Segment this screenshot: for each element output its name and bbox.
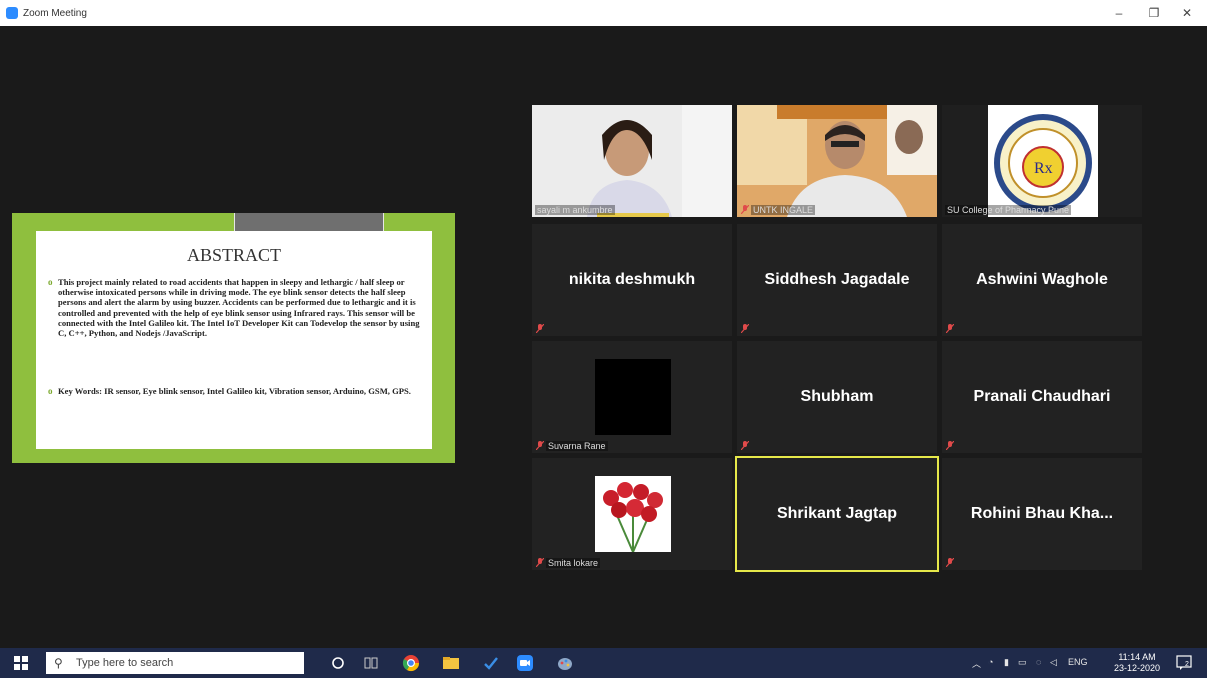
participant-tile-active-speaker[interactable]: Shrikant Jagtap xyxy=(735,456,939,572)
participant-tile[interactable]: Ashwini Waghole xyxy=(942,224,1142,336)
file-explorer-icon[interactable] xyxy=(442,654,460,672)
profile-picture-black xyxy=(595,359,671,435)
participant-name: Shubham xyxy=(800,388,874,405)
tray-chevron-icon[interactable]: ︿ xyxy=(972,657,981,670)
svg-text:Rx: Rx xyxy=(1034,160,1053,177)
muted-mic-svg xyxy=(536,324,544,333)
muted-mic-svg xyxy=(946,558,954,567)
search-placeholder: Type here to search xyxy=(76,657,174,669)
slide-decor-tab xyxy=(234,213,384,232)
restore-button[interactable]: ❐ xyxy=(1143,3,1165,23)
window-title: Zoom Meeting xyxy=(23,8,87,19)
notification-center-button[interactable]: 2 xyxy=(1176,655,1194,671)
windows-taskbar: ⚲ Type here to search ︿ ◔ ▮ ▭ ◌ ◁ ENG 11… xyxy=(0,648,1207,678)
todo-icon[interactable] xyxy=(482,654,500,672)
shared-screen-slide: ABSTRACT o This project mainly related t… xyxy=(12,213,455,463)
taskbar-search-box[interactable]: ⚲ Type here to search xyxy=(46,652,304,674)
taskbar-clock[interactable]: 11:14 AM 23-12-2020 xyxy=(1112,652,1162,674)
muted-mic-svg xyxy=(536,441,544,450)
cortana-icon[interactable] xyxy=(329,654,347,672)
muted-mic-icon xyxy=(741,324,749,333)
muted-mic-icon xyxy=(536,324,544,333)
participant-name: nikita deshmukh xyxy=(568,271,696,288)
participant-video-frame xyxy=(532,105,732,217)
close-button[interactable]: ✕ xyxy=(1176,3,1198,23)
participant-name-label: SU College of Pharmacy Pune xyxy=(945,205,1072,215)
bullet-icon: o xyxy=(48,386,53,396)
participant-name-label: Suvarna Rane xyxy=(546,441,608,451)
participant-video-frame xyxy=(737,105,937,217)
participant-tile[interactable]: Siddhesh Jagadale xyxy=(737,224,937,336)
tray-display-icon[interactable]: ▭ xyxy=(1018,657,1027,668)
participant-tile-video[interactable]: sayali m ankumbre xyxy=(532,105,732,217)
notification-count: 2 xyxy=(1185,661,1189,668)
paint-icon[interactable] xyxy=(556,654,574,672)
participant-tile[interactable]: nikita deshmukh xyxy=(532,224,732,336)
participant-tile-image[interactable]: Suvarna Rane xyxy=(532,341,732,453)
participant-tile[interactable]: Pranali Chaudhari xyxy=(942,341,1142,453)
muted-mic-icon xyxy=(946,558,954,567)
search-icon: ⚲ xyxy=(54,656,63,670)
slide-paragraph-2-text: Key Words: IR sensor, Eye blink sensor, … xyxy=(58,386,411,396)
bullet-icon: o xyxy=(48,277,53,287)
muted-mic-icon xyxy=(741,441,749,450)
participant-tile-video[interactable]: UNTK INGALE xyxy=(737,105,937,217)
participant-tile[interactable]: Shubham xyxy=(737,341,937,453)
chrome-icon[interactable] xyxy=(402,654,420,672)
task-view-icon[interactable] xyxy=(362,654,380,672)
slide-paragraph-1-text: This project mainly related to road acci… xyxy=(58,277,420,339)
muted-mic-svg xyxy=(741,441,749,450)
tray-volume-icon[interactable]: ◁ xyxy=(1050,657,1057,668)
muted-mic-icon xyxy=(946,441,954,450)
participant-tile[interactable]: Rohini Bhau Kha... xyxy=(942,458,1142,570)
language-indicator[interactable]: ENG xyxy=(1068,657,1088,667)
participant-name-label: sayali m ankumbre xyxy=(535,205,615,215)
windows-start-icon[interactable] xyxy=(14,656,28,670)
slide-heading: ABSTRACT xyxy=(186,245,282,265)
participant-name-label: Smita lokare xyxy=(546,558,601,568)
slide-paragraph-1: o This project mainly related to road ac… xyxy=(48,277,420,339)
muted-mic-icon xyxy=(536,441,544,450)
window-titlebar: Zoom Meeting – ❐ ✕ xyxy=(0,0,1207,26)
muted-mic-svg xyxy=(536,558,544,567)
muted-mic-icon xyxy=(536,558,544,567)
participant-name: Ashwini Waghole xyxy=(976,271,1108,288)
participant-name: Pranali Chaudhari xyxy=(973,388,1111,405)
participant-tile-image[interactable]: Smita lokare xyxy=(532,458,732,570)
clock-date: 23-12-2020 xyxy=(1113,663,1161,673)
participant-tile-logo[interactable]: Rx SU College of Pharmacy Pune xyxy=(942,105,1142,217)
participant-name: Siddhesh Jagadale xyxy=(764,271,910,288)
profile-picture-roses xyxy=(595,476,671,552)
muted-mic-svg xyxy=(946,324,954,333)
participant-logo-frame: Rx xyxy=(988,105,1098,217)
muted-mic-svg xyxy=(741,205,749,214)
muted-mic-icon xyxy=(946,324,954,333)
tray-network-icon[interactable]: ◔ xyxy=(988,657,993,667)
zoom-app-icon xyxy=(6,7,18,19)
tray-app-icon[interactable]: ▮ xyxy=(1004,657,1009,668)
zoom-taskbar-icon[interactable] xyxy=(516,654,534,672)
participant-name-label: UNTK INGALE xyxy=(751,205,816,215)
slide-paragraph-2: o Key Words: IR sensor, Eye blink sensor… xyxy=(48,386,420,396)
muted-mic-icon xyxy=(741,205,749,214)
clock-time: 11:14 AM xyxy=(1118,652,1156,662)
slide-content: ABSTRACT o This project mainly related t… xyxy=(36,231,432,449)
muted-mic-svg xyxy=(946,441,954,450)
participant-name: Rohini Bhau Kha... xyxy=(970,505,1114,522)
muted-mic-svg xyxy=(741,324,749,333)
tray-wifi-icon[interactable]: ◌ xyxy=(1036,657,1041,667)
participant-name: Shrikant Jagtap xyxy=(776,505,898,522)
minimize-button[interactable]: – xyxy=(1108,3,1130,23)
